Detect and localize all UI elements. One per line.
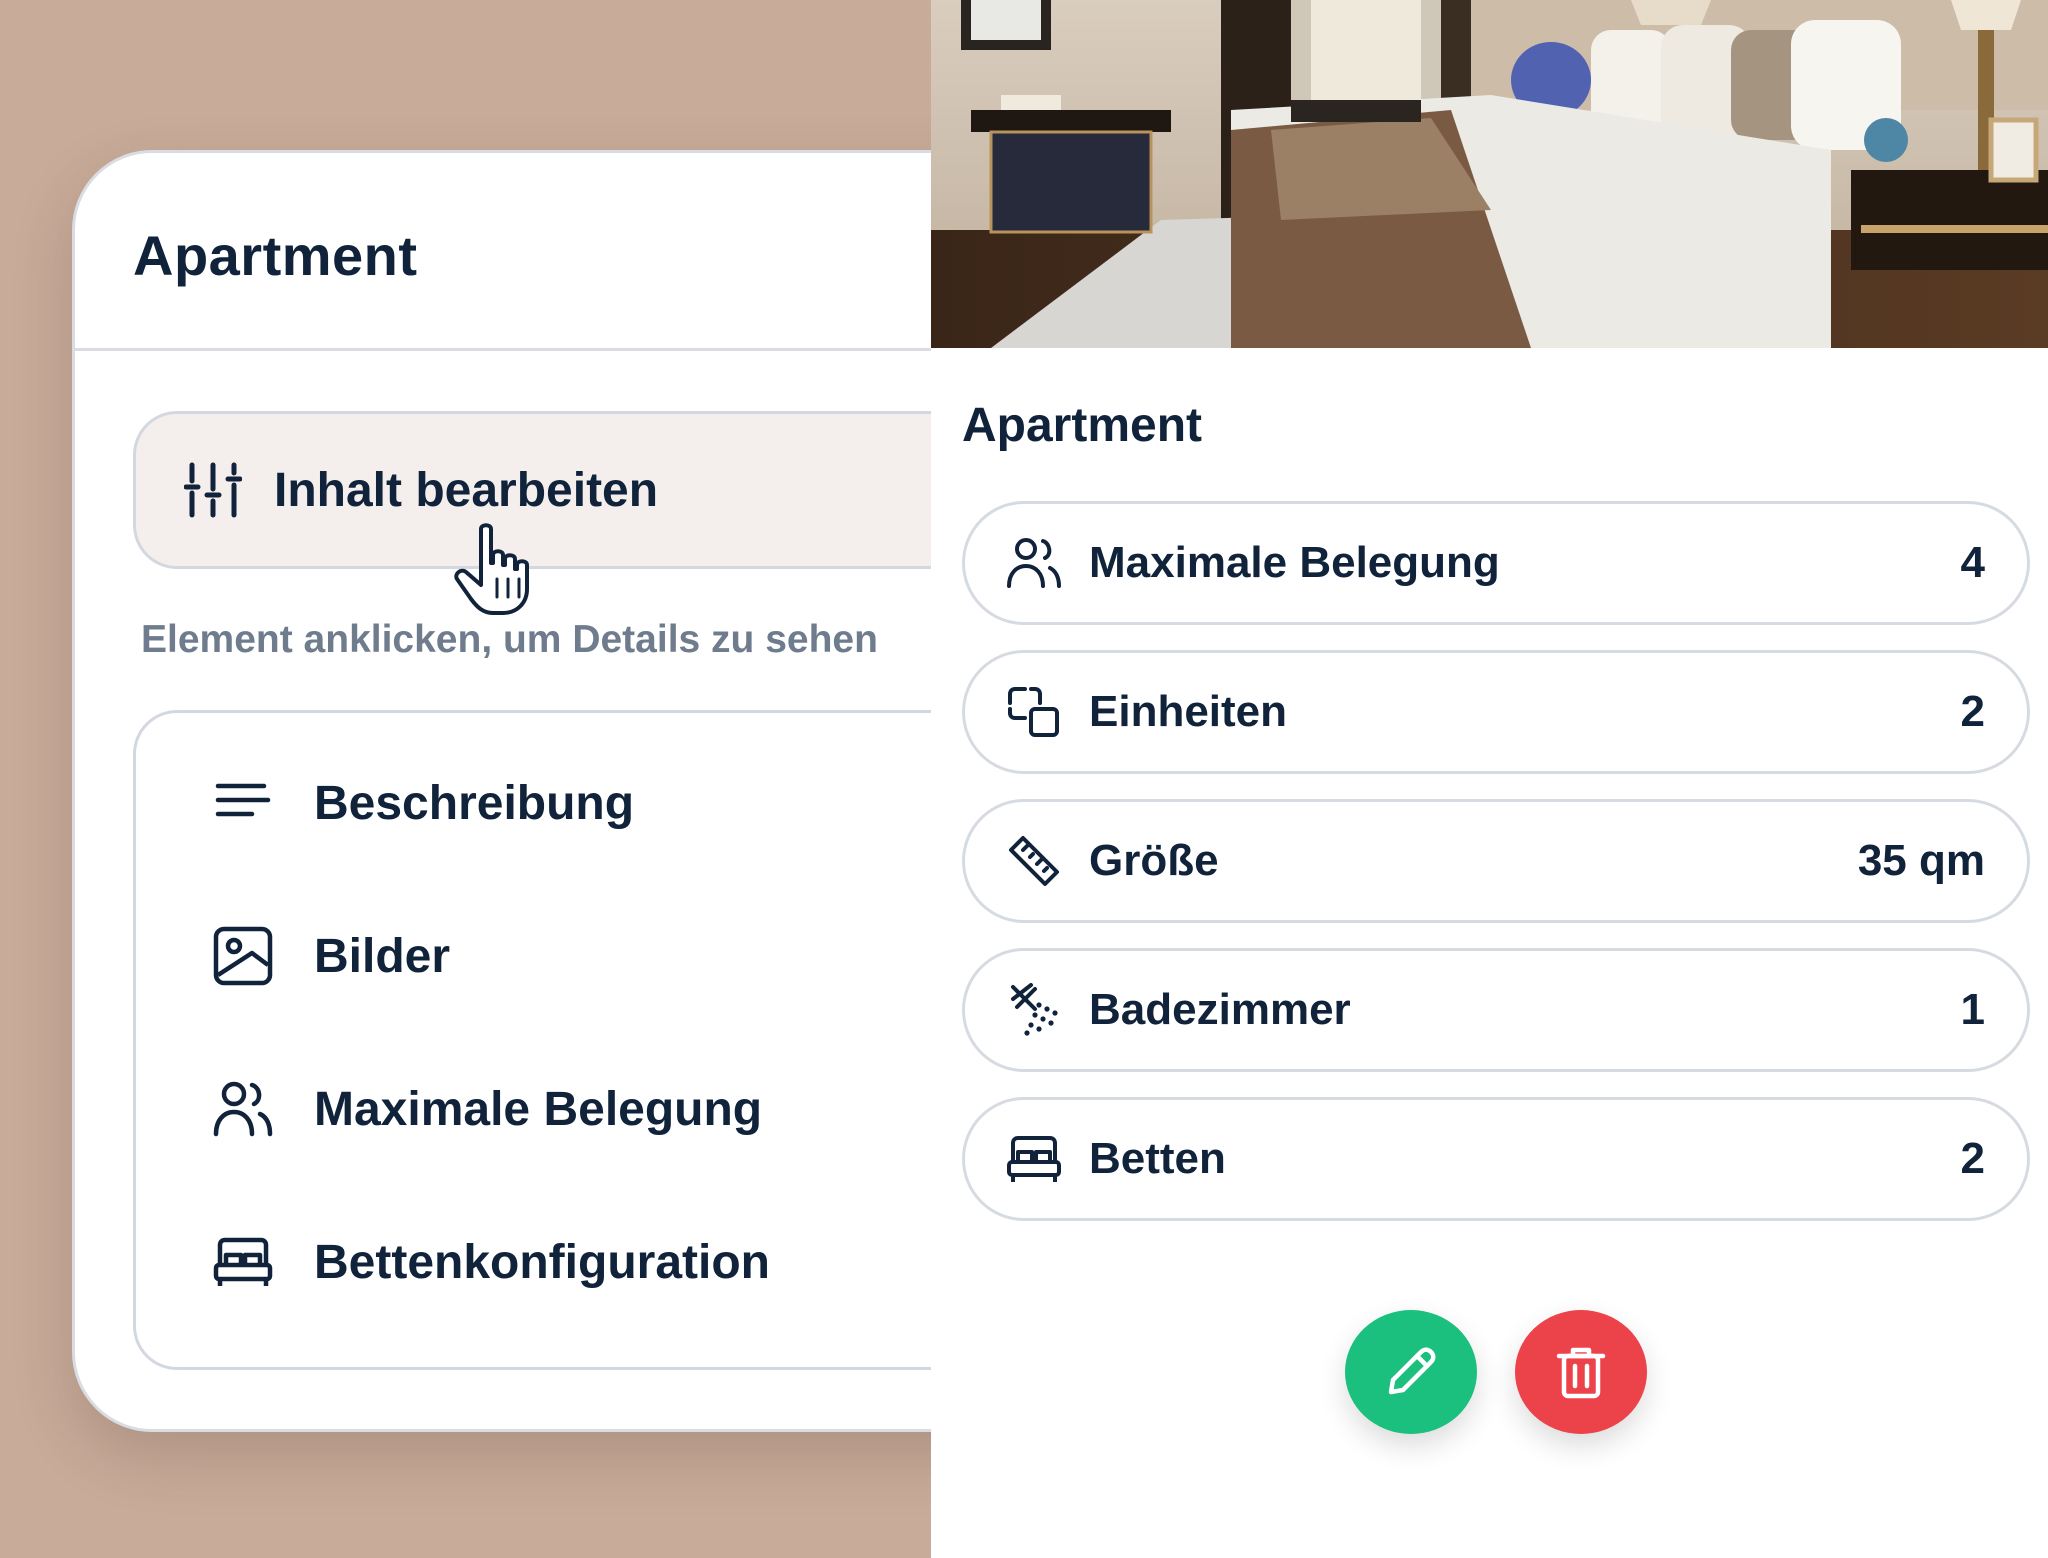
detail-value: 35 qm (1857, 836, 1985, 885)
detail-value: 4 (1960, 538, 1985, 587)
menu-item-images[interactable]: Bilder (212, 916, 450, 996)
card-header: Apartment (75, 153, 1069, 351)
image-icon (213, 926, 273, 986)
menu-item-description[interactable]: Beschreibung (212, 763, 634, 843)
users-icon (1007, 538, 1061, 588)
menu-item-label: Beschreibung (314, 776, 635, 830)
hand-cursor-icon (454, 523, 529, 615)
detail-row-beds[interactable]: Betten 2 (962, 1097, 2030, 1221)
apartment-detail-panel: Apartment Maximale Belegung 4 Einheiten … (931, 0, 2048, 1558)
users-icon (213, 1081, 273, 1137)
detail-row-units[interactable]: Einheiten 2 (962, 650, 2030, 774)
detail-label: Einheiten (1089, 687, 1288, 736)
panel-title: Apartment (962, 399, 1203, 452)
menu-item-bed-configuration[interactable]: Bettenkonfiguration (212, 1222, 770, 1302)
units-icon (1008, 687, 1059, 737)
shower-icon (1011, 983, 1058, 1036)
page-title: Apartment (133, 224, 418, 287)
bedroom-photo (931, 0, 2048, 348)
edit-content-button[interactable]: Inhalt bearbeiten (133, 411, 1033, 569)
menu-item-label: Maximale Belegung (314, 1082, 763, 1136)
ruler-icon (1009, 836, 1059, 886)
pencil-icon (1388, 1347, 1436, 1395)
detail-label: Badezimmer (1089, 985, 1351, 1034)
detail-label: Maximale Belegung (1089, 538, 1500, 587)
menu-item-label: Bilder (314, 929, 451, 983)
trash-icon (1556, 1347, 1606, 1399)
detail-label: Größe (1089, 836, 1219, 885)
detail-row-bathroom[interactable]: Badezimmer 1 (962, 948, 2030, 1072)
content-editor-card: Apartment Inhalt bearbeiten Element ankl… (72, 150, 1072, 1432)
detail-value: 2 (1960, 1134, 1985, 1183)
bed-icon (213, 1237, 273, 1286)
hint-text: Element anklicken, um Details zu sehen (141, 618, 878, 661)
detail-label: Betten (1089, 1134, 1226, 1183)
menu-item-max-occupancy[interactable]: Maximale Belegung (212, 1069, 762, 1149)
text-lines-icon (215, 783, 271, 817)
detail-value: 1 (1960, 985, 1985, 1034)
edit-content-label: Inhalt bearbeiten (274, 463, 659, 517)
detail-value: 2 (1960, 687, 1985, 736)
delete-button[interactable] (1515, 1310, 1647, 1434)
edit-button[interactable] (1345, 1310, 1477, 1434)
bed-icon (1007, 1136, 1061, 1182)
detail-row-max-occupancy[interactable]: Maximale Belegung 4 (962, 501, 2030, 625)
menu-item-label: Bettenkonfiguration (314, 1235, 770, 1289)
detail-row-size[interactable]: Größe 35 qm (962, 799, 2030, 923)
sliders-icon (184, 462, 242, 518)
